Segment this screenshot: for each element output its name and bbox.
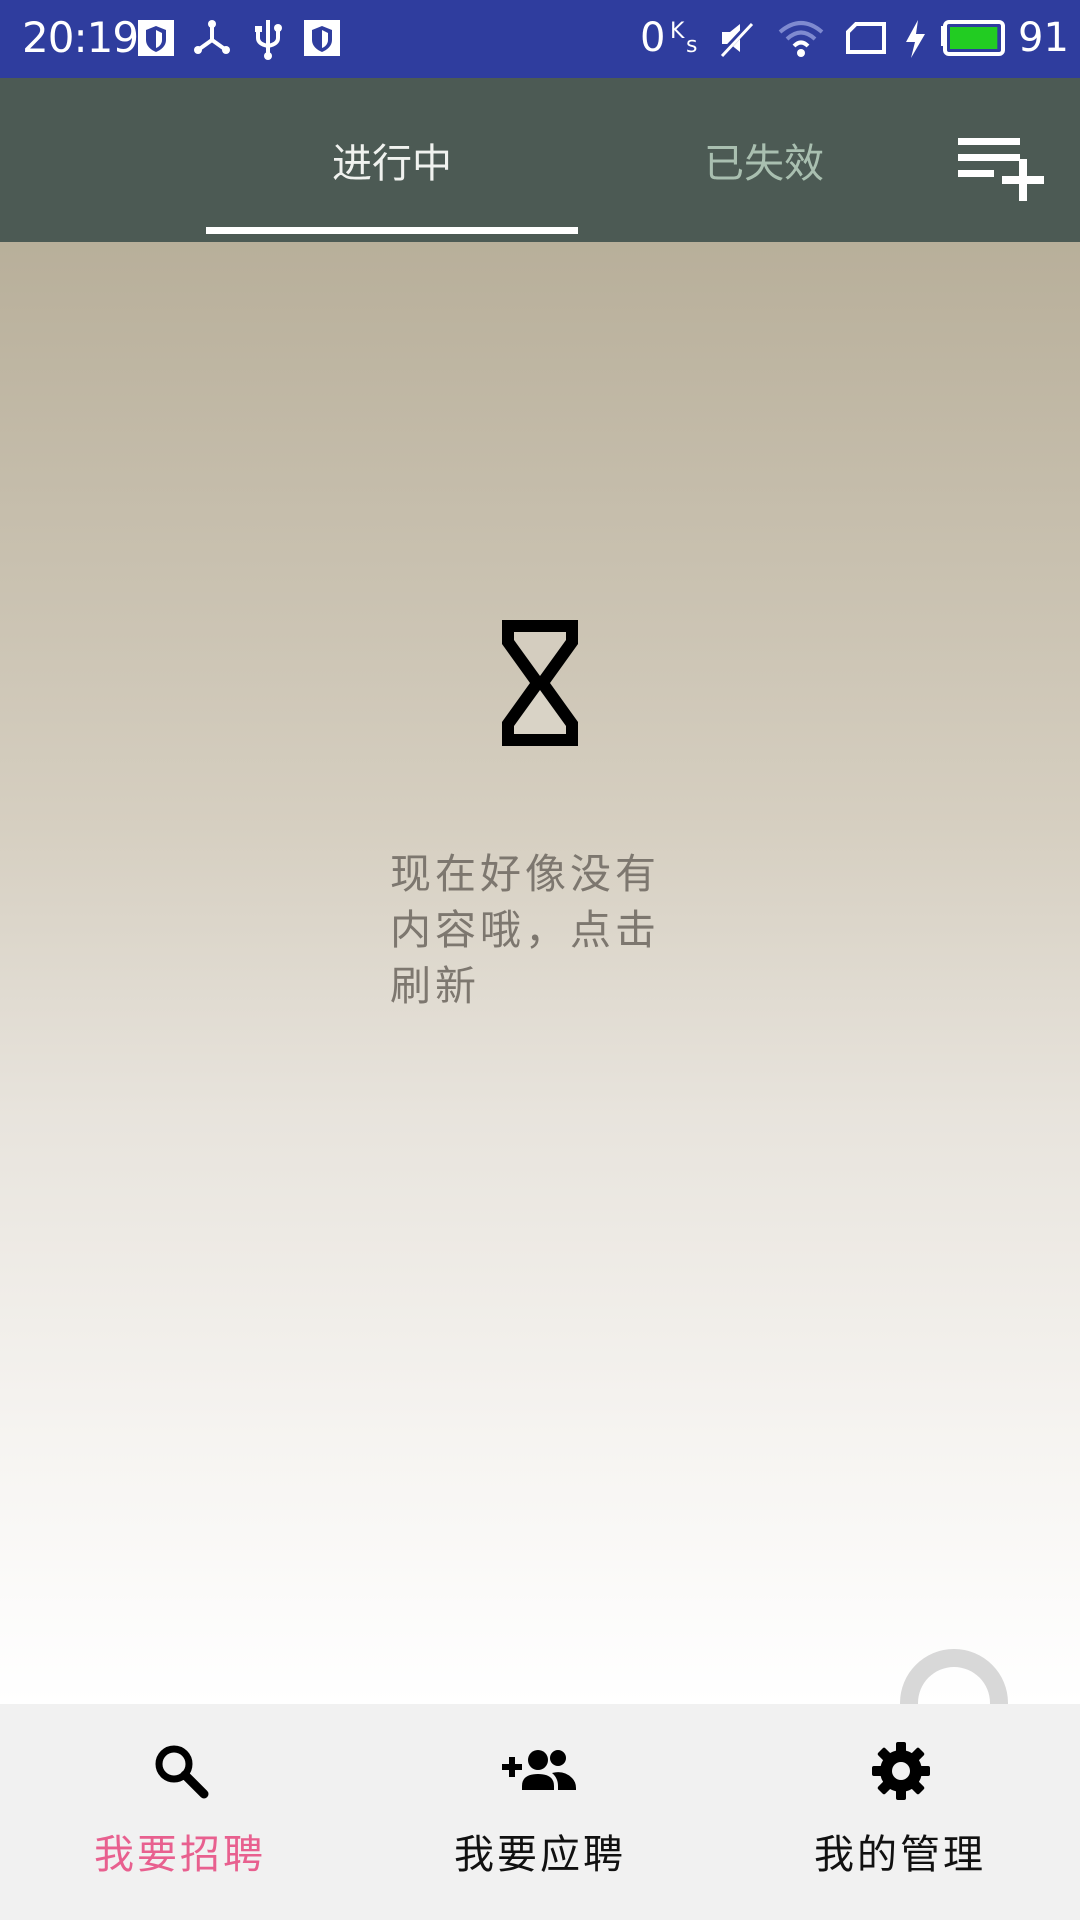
playlist-add-icon[interactable]: [950, 130, 1050, 210]
nav-label-apply: 我要应聘: [454, 1832, 626, 1878]
nav-label-recruit: 我要招聘: [94, 1832, 266, 1878]
sim-icon: [846, 22, 886, 54]
usb-icon: [255, 20, 282, 60]
net-speed-unit-bottom: s: [686, 33, 698, 58]
tab-bar: 进行中 已失效: [0, 78, 1080, 242]
tab-expired[interactable]: 已失效: [578, 78, 950, 242]
shield-icon: [304, 20, 340, 56]
nav-item-recruit[interactable]: 我要招聘: [0, 1704, 360, 1920]
net-speed-unit-top: K: [670, 19, 685, 44]
battery-icon: [941, 20, 1005, 56]
search-icon: [155, 1745, 209, 1799]
nav-item-manage[interactable]: 我的管理: [720, 1704, 1080, 1920]
gear-icon: [872, 1742, 930, 1800]
mute-icon: [717, 19, 755, 59]
content-area[interactable]: 现在好像没有内容哦，点击刷新: [0, 242, 1080, 1704]
hourglass-icon: [502, 620, 578, 746]
charging-icon: [906, 20, 925, 58]
tab-in-progress[interactable]: 进行中: [206, 78, 578, 242]
status-time: 20:19: [22, 13, 139, 62]
nav-item-apply[interactable]: 我要应聘: [360, 1704, 720, 1920]
active-tab-indicator: [206, 227, 578, 234]
empty-state-message[interactable]: 现在好像没有内容哦，点击刷新: [390, 846, 690, 1014]
share-icon: [194, 20, 230, 54]
shield-icon: [138, 20, 174, 56]
nav-label-manage: 我的管理: [814, 1832, 986, 1878]
status-bar: 20:19 0 K s 91: [0, 0, 1080, 78]
bottom-navigation: 我要招聘 我要应聘 我的管理: [0, 1704, 1080, 1920]
wifi-icon: [778, 21, 824, 57]
net-speed-value: 0: [640, 15, 666, 61]
battery-percent: 91: [1018, 15, 1069, 61]
add-people-icon: [502, 1750, 576, 1790]
